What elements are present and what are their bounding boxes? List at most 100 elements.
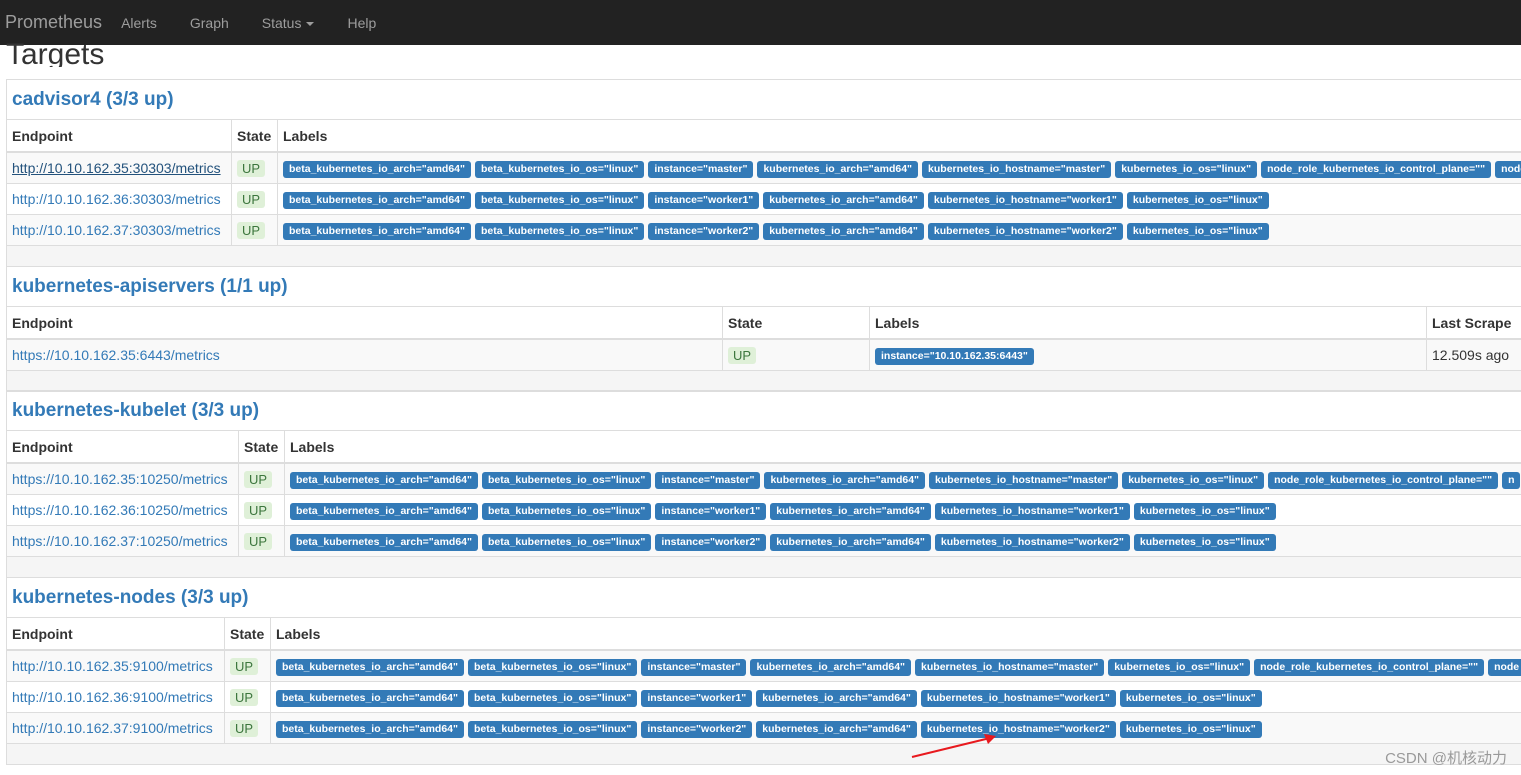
label-badge: instance="worker2" <box>655 533 767 551</box>
label-badge: kubernetes_io_hostname="worker2" <box>934 533 1130 551</box>
label-badge: node_role_kubernetes_io_control_plane="" <box>1261 160 1492 178</box>
endpoint-link[interactable]: http://10.10.162.36:9100/metrics <box>12 689 213 705</box>
annotation-arrow-icon <box>911 734 996 758</box>
job-section-apiservers: kubernetes-apiservers (1/1 up) Endpoint … <box>6 266 1521 392</box>
label-badge: instance="worker1" <box>655 502 767 520</box>
label-badge: beta_kubernetes_io_os="linux" <box>475 160 645 178</box>
job-header: kubernetes-apiservers (1/1 up) <box>6 266 1521 306</box>
endpoint-link[interactable]: http://10.10.162.37:9100/metrics <box>12 720 213 736</box>
label-badge: kubernetes_io_hostname="worker2" <box>927 222 1123 240</box>
job-footer <box>6 744 1521 765</box>
label-badge: kubernetes_io_arch="amd64" <box>763 222 924 240</box>
label-badge: kubernetes_io_os="linux" <box>1119 689 1262 707</box>
label-badge: kubernetes_io_hostname="worker1" <box>934 502 1130 520</box>
label-badge: kubernetes_io_os="linux" <box>1126 222 1269 240</box>
job-section-cadvisor4: cadvisor4 (3/3 up) Endpoint State Labels… <box>6 79 1521 267</box>
labels-cell: beta_kubernetes_io_arch="amd64" beta_kube… <box>270 649 1521 682</box>
label-badge: beta_kubernetes_io_arch="amd64" <box>276 689 464 707</box>
label-badge: beta_kubernetes_io_arch="amd64" <box>283 191 471 209</box>
nav-status-dropdown[interactable]: Status <box>262 15 315 31</box>
endpoint-link[interactable]: http://10.10.162.35:9100/metrics <box>12 658 213 674</box>
labels-cell: beta_kubernetes_io_arch="amd64" beta_kube… <box>277 151 1521 184</box>
navbar: Prometheus Alerts Graph Status Help <box>0 0 1521 45</box>
label-badge: kubernetes_io_os="linux" <box>1108 658 1251 676</box>
label-badge: kubernetes_io_arch="amd64" <box>764 471 926 489</box>
table-row: https://10.10.162.35:10250/metrics UP be… <box>6 462 1521 495</box>
label-badge: instance="worker2" <box>641 720 753 738</box>
label-badge: kubernetes_io_arch="amd64" <box>756 689 917 707</box>
status-badge: UP <box>230 657 259 675</box>
endpoint-link[interactable]: https://10.10.162.37:10250/metrics <box>12 533 228 549</box>
column-header-state: State <box>231 119 278 153</box>
endpoint-link[interactable]: https://10.10.162.36:10250/metrics <box>12 502 228 518</box>
column-header-endpoint: Endpoint <box>6 617 225 651</box>
job-title[interactable]: kubernetes-apiservers (1/1 up) <box>12 276 288 298</box>
label-badge: kubernetes_io_hostname="worker1" <box>927 191 1123 209</box>
label-badge: beta_kubernetes_io_arch="amd64" <box>290 533 478 551</box>
job-title[interactable]: kubernetes-nodes (3/3 up) <box>12 587 249 609</box>
targets-table: Endpoint State Labels Last Scrape https:… <box>6 306 1521 371</box>
job-title[interactable]: kubernetes-kubelet (3/3 up) <box>12 400 259 422</box>
label-badge: kubernetes_io_hostname="worker1" <box>920 689 1116 707</box>
column-header-endpoint: Endpoint <box>6 430 239 464</box>
labels-cell: beta_kubernetes_io_arch="amd64" beta_kube… <box>277 214 1521 246</box>
label-badge: beta_kubernetes_io_os="linux" <box>468 720 638 738</box>
label-badge: node <box>1495 160 1521 178</box>
caret-down-icon <box>306 21 315 26</box>
job-footer <box>6 371 1521 392</box>
label-badge: kubernetes_io_os="linux" <box>1133 502 1276 520</box>
endpoint-link[interactable]: http://10.10.162.37:30303/metrics <box>12 222 221 238</box>
table-row: https://10.10.162.37:10250/metrics UP be… <box>6 525 1521 557</box>
labels-cell: beta_kubernetes_io_arch="amd64" beta_kube… <box>270 712 1521 744</box>
endpoint-link[interactable]: https://10.10.162.35:10250/metrics <box>12 471 228 487</box>
labels-cell: beta_kubernetes_io_arch="amd64" beta_kube… <box>270 681 1521 713</box>
job-title[interactable]: cadvisor4 (3/3 up) <box>12 89 174 111</box>
job-footer <box>6 246 1521 267</box>
label-badge: node_role_kubernetes_io_control_plane="" <box>1254 658 1485 676</box>
label-badge: beta_kubernetes_io_os="linux" <box>468 689 638 707</box>
column-header-labels: Labels <box>284 430 1521 464</box>
nav-status-label: Status <box>261 14 302 31</box>
targets-table: Endpoint State Labels https://10.10.162.… <box>6 430 1521 557</box>
column-header-state: State <box>224 617 271 651</box>
status-badge: UP <box>244 501 273 519</box>
endpoint-link[interactable]: http://10.10.162.36:30303/metrics <box>12 191 221 207</box>
column-header-labels: Labels <box>270 617 1521 651</box>
label-badge: beta_kubernetes_io_arch="amd64" <box>283 222 471 240</box>
endpoint-link[interactable]: https://10.10.162.35:6443/metrics <box>12 347 220 363</box>
label-badge: beta_kubernetes_io_os="linux" <box>475 191 645 209</box>
label-badge: kubernetes_io_arch="amd64" <box>770 502 931 520</box>
label-badge: beta_kubernetes_io_arch="amd64" <box>290 471 478 489</box>
column-header-state: State <box>238 430 285 464</box>
label-badge: beta_kubernetes_io_os="linux" <box>482 471 652 489</box>
nav-graph[interactable]: Graph <box>190 15 229 31</box>
label-badge: beta_kubernetes_io_os="linux" <box>468 658 638 676</box>
label-badge: kubernetes_io_os="linux" <box>1126 191 1269 209</box>
label-badge: instance="master" <box>655 471 761 489</box>
table-row: http://10.10.162.37:9100/metrics UP beta… <box>6 712 1521 744</box>
label-badge: beta_kubernetes_io_os="linux" <box>475 222 645 240</box>
table-row: http://10.10.162.35:9100/metrics UP beta… <box>6 649 1521 682</box>
table-row: https://10.10.162.36:10250/metrics UP be… <box>6 494 1521 526</box>
label-badge: instance="master" <box>641 658 747 676</box>
status-badge: UP <box>237 190 266 208</box>
column-header-last-scrape: Last Scrape <box>1426 306 1521 340</box>
label-badge: kubernetes_io_hostname="master" <box>929 471 1119 489</box>
label-badge: kubernetes_io_arch="amd64" <box>757 160 919 178</box>
label-badge: beta_kubernetes_io_os="linux" <box>482 533 652 551</box>
label-badge: kubernetes_io_os="linux" <box>1133 533 1276 551</box>
nav-help[interactable]: Help <box>347 15 376 31</box>
label-badge: instance="master" <box>648 160 754 178</box>
label-badge: node_role_kubernetes_io_control_plane="" <box>1268 471 1499 489</box>
nav-alerts[interactable]: Alerts <box>121 15 157 31</box>
targets-table: Endpoint State Labels http://10.10.162.3… <box>6 617 1521 744</box>
table-row: http://10.10.162.36:9100/metrics UP beta… <box>6 681 1521 713</box>
label-badge: kubernetes_io_hostname="master" <box>915 658 1105 676</box>
brand-link[interactable]: Prometheus <box>5 12 102 33</box>
column-header-endpoint: Endpoint <box>6 306 723 340</box>
label-badge: kubernetes_io_os="linux" <box>1122 471 1265 489</box>
endpoint-link[interactable]: http://10.10.162.35:30303/metrics <box>12 160 221 176</box>
label-badge: instance="10.10.162.35:6443" <box>875 347 1034 365</box>
column-header-labels: Labels <box>869 306 1427 340</box>
label-badge: instance="worker1" <box>648 191 760 209</box>
